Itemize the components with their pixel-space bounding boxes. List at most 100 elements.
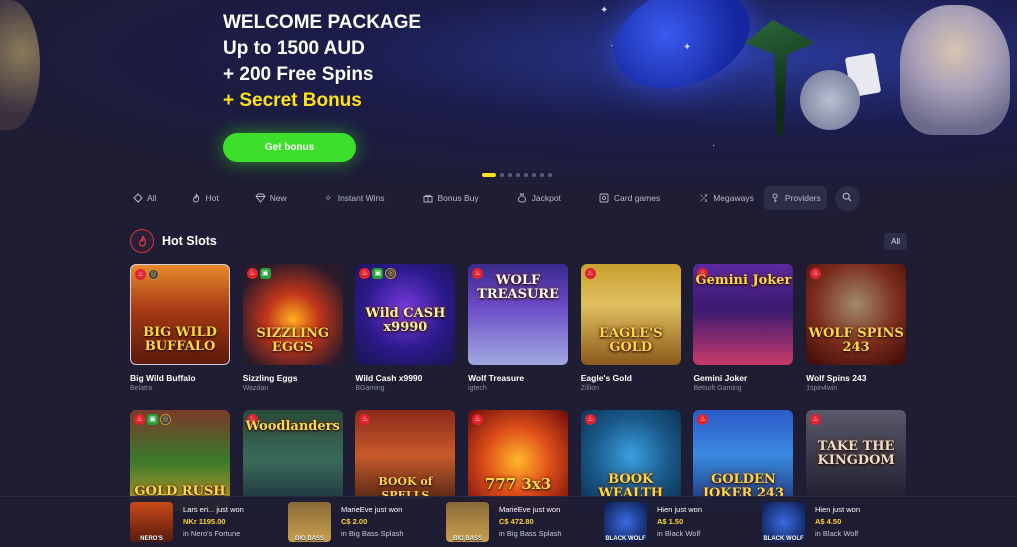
category-instant-wins[interactable]: ✧ Instant Wins [317,186,391,210]
game-thumbnail[interactable]: ♨ ▣ ◎ Wild CASH x9990 [355,264,456,365]
game-badges: ♨ [472,414,484,425]
category-hot[interactable]: Hot [184,186,224,210]
game-badges: ♨ [584,268,596,279]
jackpot-badge-icon: ◎ [385,268,397,279]
winner-game-thumbnail[interactable]: NERO'S [130,502,173,542]
game-art-title: TAKE THE KINGDOM [817,439,895,468]
star-icon: ✦ [683,42,692,53]
hot-badge-icon: ♨ [472,414,484,425]
gift-badge-icon: ▣ [372,268,384,279]
category-jackpot[interactable]: Jackpot [511,186,567,210]
winner-item[interactable]: BLACK WOLF Hien just won A$ 1.50 in Blac… [604,502,762,542]
category-label: Megaways [713,193,754,203]
game-thumbnail[interactable]: ♨ WOLF SPINS 243 [806,264,907,365]
game-badges: ♨ [810,414,822,425]
hero-headline: WELCOME PACKAGE Up to 1500 AUD + 200 Fre… [223,10,421,114]
carousel-dot[interactable] [540,173,544,177]
category-megaways[interactable]: ⤮ Megaways [692,186,760,210]
winner-item[interactable]: BIG BASS MarieEve just won C$ 472.80 in … [446,502,604,542]
game-name[interactable]: Wolf Treasure [468,373,568,383]
winner-amount: A$ 1.50 [657,517,684,526]
carousel-dot[interactable] [516,173,520,177]
get-bonus-button[interactable]: Get bonus [223,133,356,162]
carousel-dot[interactable] [548,173,552,177]
category-providers[interactable]: Providers [763,186,827,210]
winner-game-art: BLACK WOLF [763,536,804,542]
game-art-title: BIG WILD BUFFALO [143,325,217,354]
game-card[interactable]: ♨ ◎ BIG WILD BUFFALO Big Wild Buffalo Be… [130,264,230,407]
winner-text: MarieEve just won C$ 472.80 in Big Bass … [499,504,562,540]
winner-game-art: BLACK WOLF [605,536,646,542]
game-card[interactable]: ♨ Gemini Joker Gemini Joker Betsoft Gami… [693,264,794,407]
winner-amount: A$ 4.50 [815,517,842,526]
game-badges: ♨ ▣ [246,268,271,279]
game-thumbnail[interactable]: ♨ Gemini Joker [693,264,794,365]
winner-item[interactable]: BLACK WOLF Hien just won A$ 4.50 in Blac… [762,502,920,542]
winner-name: Hien just won [815,505,861,514]
winner-game-thumbnail[interactable]: BIG BASS [288,502,331,542]
game-art-title: SIZZLING EGGS [256,326,330,355]
category-bonus-buy[interactable]: Bonus Buy [416,186,484,210]
winner-game-thumbnail[interactable]: BLACK WOLF [762,502,805,542]
carousel-dot[interactable] [532,173,536,177]
winner-amount: C$ 2.00 [341,517,368,526]
game-card[interactable]: ♨ WOLF TREASURE Wolf Treasure igtech [468,264,569,407]
category-label: Hot [205,193,219,203]
winner-game-art: NERO'S [140,536,163,542]
hero-line-4: + Secret Bonus [223,90,362,111]
key-icon [770,193,781,204]
carousel-dot[interactable] [500,173,504,177]
game-thumbnail[interactable]: ♨ ◎ BIG WILD BUFFALO [130,264,230,365]
game-thumbnail[interactable]: ♨ EAGLE'S GOLD [580,264,681,365]
game-thumbnail[interactable]: ♨ ▣ SIZZLING EGGS [242,264,343,365]
winner-amount: NKr 1195.00 [183,517,226,526]
game-provider: 1spin4win [806,385,838,392]
winner-game-thumbnail[interactable]: BIG BASS [446,502,489,542]
winner-item[interactable]: BIG BASS MarieEve just won C$ 2.00 in Bi… [288,502,446,542]
game-art-title: Gemini Joker [695,273,792,288]
hot-badge-icon: ♨ [246,268,258,279]
section-title: Hot Slots [162,234,217,248]
game-name[interactable]: Gemini Joker [693,373,793,383]
game-card[interactable]: ♨ ▣ SIZZLING EGGS Sizzling Eggs Wazdan [242,264,343,407]
jackpot-badge-icon: ◎ [160,414,171,425]
game-name[interactable]: Eagle's Gold [581,373,681,383]
view-all-button[interactable]: All [884,232,907,250]
game-badges: ♨ ◎ [135,269,159,280]
game-name[interactable]: Big Wild Buffalo [130,373,230,383]
game-badges: ♨ [584,414,596,425]
carousel-dot[interactable] [508,173,512,177]
category-all[interactable]: All [126,186,162,210]
hot-badge-icon: ♨ [810,268,822,279]
game-name[interactable]: Sizzling Eggs [243,373,343,383]
game-art-title: WOLF SPINS 243 [808,326,904,355]
palm-tree-illustration [745,20,815,135]
carousel-dot[interactable] [524,173,528,177]
game-provider: Belatra [130,385,153,392]
category-label: Providers [784,193,821,203]
game-badges: ♨ ▣ ◎ [134,414,171,425]
hot-badge-icon: ♨ [697,414,709,425]
sparkle-icon: ✧ [324,192,332,203]
category-new[interactable]: New [249,186,293,210]
winner-name: Hien just won [657,505,703,514]
star-icon: ✦ [600,5,609,16]
game-badges: ♨ ▣ ◎ [359,268,397,279]
game-name[interactable]: Wild Cash x9990 [355,373,455,383]
hot-badge-icon: ♨ [359,268,371,279]
gift-icon [422,193,433,204]
winner-item[interactable]: NERO'S Lars eri... just won NKr 1195.00 … [130,502,288,542]
category-label: Card games [613,193,661,203]
game-card[interactable]: ♨ WOLF SPINS 243 Wolf Spins 243 1spin4wi… [806,264,907,407]
winners-ticker: NERO'S Lars eri... just won NKr 1195.00 … [0,496,1017,547]
category-card-games[interactable]: Card games [593,186,666,210]
carousel-dot[interactable] [482,173,496,177]
game-card[interactable]: ♨ EAGLE'S GOLD Eagle's Gold Zillion [580,264,681,407]
game-name[interactable]: Wolf Spins 243 [806,373,906,383]
search-icon [842,189,852,207]
game-thumbnail[interactable]: ♨ WOLF TREASURE [468,264,569,365]
zeus-illustration [900,5,1010,135]
game-card[interactable]: ♨ ▣ ◎ Wild CASH x9990 Wild Cash x9990 BG… [355,264,456,407]
search-button[interactable] [834,185,860,211]
winner-game-thumbnail[interactable]: BLACK WOLF [604,502,647,542]
